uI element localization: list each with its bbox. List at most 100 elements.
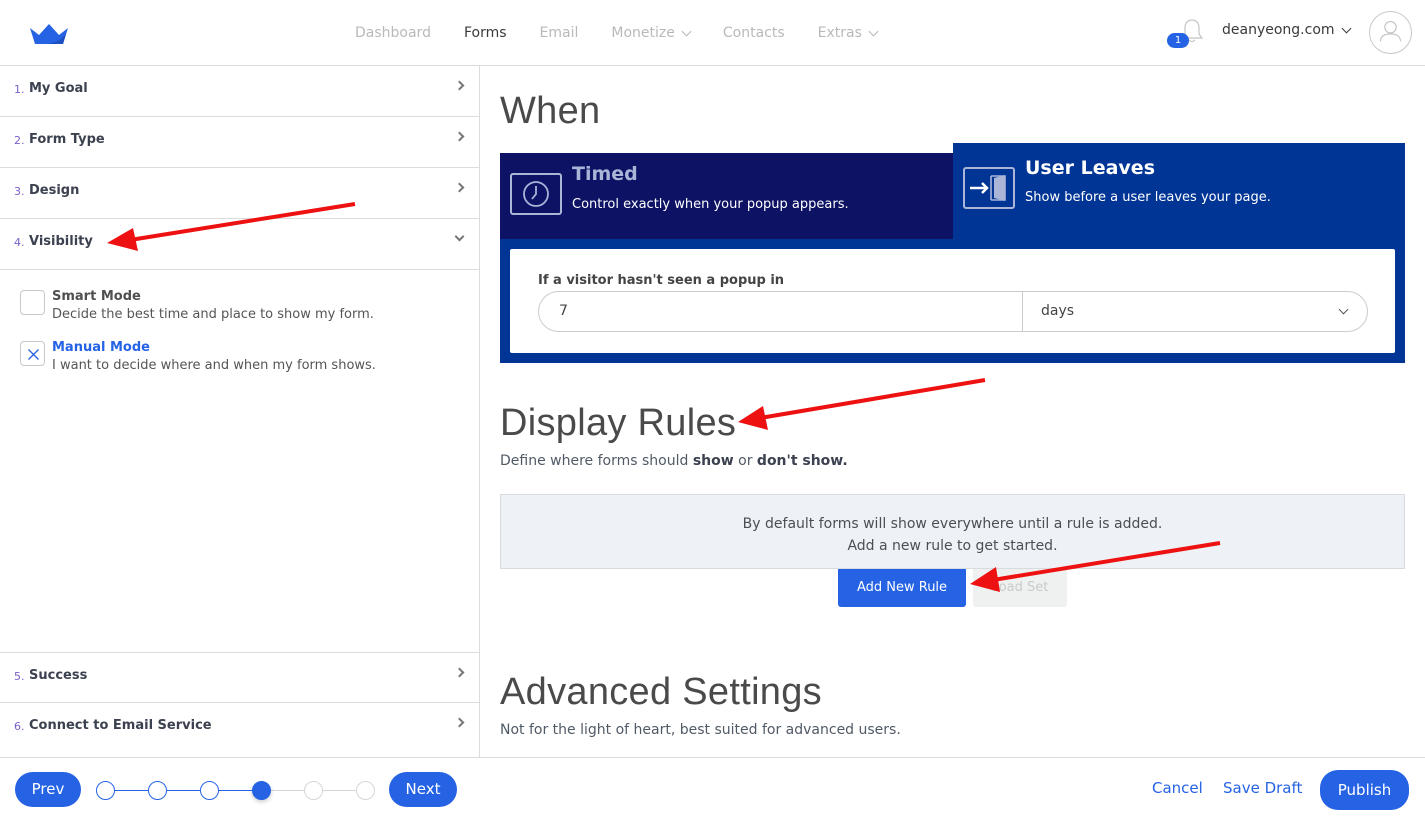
chevron-right-icon <box>454 131 465 142</box>
nav-dashboard[interactable]: Dashboard <box>355 25 431 41</box>
tab-timed[interactable]: Timed Control exactly when your popup ap… <box>500 153 953 239</box>
display-rules-heading: Display Rules <box>500 402 737 444</box>
frequency-input-group: 7 days <box>538 291 1368 332</box>
exit-door-icon <box>963 167 1015 209</box>
nav-label: Dashboard <box>355 25 431 41</box>
subtitle-text: or <box>733 453 757 469</box>
progress-connector <box>270 790 304 791</box>
step-design[interactable]: 3. Design <box>0 168 479 219</box>
nav-monetize[interactable]: Monetize <box>611 25 692 41</box>
when-heading: When <box>500 90 601 132</box>
step-my-goal[interactable]: 1. My Goal <box>0 66 479 117</box>
step-label: My Goal <box>29 81 88 96</box>
wizard-sidebar: 1. My Goal 2. Form Type 3. Design 4. Vis… <box>0 66 480 758</box>
cancel-link[interactable]: Cancel <box>1152 779 1203 797</box>
add-new-rule-button[interactable]: Add New Rule <box>838 569 966 607</box>
progress-connector <box>218 790 252 791</box>
empty-state-line: By default forms will show everywhere un… <box>742 516 1163 532</box>
tab-title: User Leaves <box>1025 157 1156 179</box>
display-rules-subtitle: Define where forms should show or don't … <box>500 453 848 469</box>
step-number: 4. <box>14 236 25 249</box>
frequency-card: If a visitor hasn't seen a popup in 7 da… <box>510 249 1395 353</box>
frequency-value-input[interactable]: 7 <box>539 292 1023 331</box>
mode-title: Manual Mode <box>52 340 150 355</box>
subtitle-show: show <box>692 453 734 469</box>
step-form-type[interactable]: 2. Form Type <box>0 117 479 168</box>
progress-connector <box>166 790 200 791</box>
step-label: Form Type <box>29 132 105 147</box>
unit-value: days <box>1041 303 1075 319</box>
nav-label: Contacts <box>722 25 785 41</box>
step-number: 2. <box>14 134 25 147</box>
nav-label: Monetize <box>611 25 675 41</box>
nav-label: Extras <box>817 25 862 41</box>
step-number: 5. <box>14 670 25 683</box>
step-label: Visibility <box>29 234 93 249</box>
step-label: Success <box>29 668 88 683</box>
top-navigation-bar: Dashboard Forms Email Monetize Contacts … <box>0 0 1425 66</box>
step-label: Design <box>29 183 80 198</box>
progress-step-dot[interactable] <box>252 781 271 800</box>
mode-description: I want to decide where and when my form … <box>52 358 376 373</box>
nav-forms[interactable]: Forms <box>464 25 507 41</box>
clock-icon <box>510 173 562 215</box>
tab-user-leaves[interactable]: User Leaves Show before a user leaves yo… <box>953 143 1405 239</box>
smart-mode-checkbox[interactable] <box>20 290 45 315</box>
advanced-settings-heading: Advanced Settings <box>500 671 822 713</box>
chevron-right-icon <box>454 667 465 678</box>
chevron-down-icon <box>1338 304 1349 315</box>
account-name: deanyeong.com <box>1222 22 1335 38</box>
progress-step-dot[interactable] <box>96 781 115 800</box>
chevron-right-icon <box>454 182 465 193</box>
progress-step-dot[interactable] <box>200 781 219 800</box>
wizard-footer: Prev Next Cancel Save Draft Publish <box>0 757 1425 820</box>
crown-logo-icon[interactable] <box>30 22 68 44</box>
chevron-right-icon <box>454 717 465 728</box>
frequency-unit-select[interactable]: days <box>1023 292 1367 331</box>
load-set-button[interactable]: Load Set <box>973 569 1067 607</box>
chevron-down-icon <box>454 231 465 242</box>
step-connect-email[interactable]: 6. Connect to Email Service <box>0 703 479 754</box>
subtitle-dont-show: don't show. <box>756 453 848 469</box>
account-menu[interactable]: deanyeong.com <box>1222 22 1351 38</box>
progress-step-dot[interactable] <box>356 781 375 800</box>
mode-title: Smart Mode <box>52 289 141 304</box>
mode-description: Decide the best time and place to show m… <box>52 307 374 322</box>
chevron-right-icon <box>454 80 465 91</box>
prev-button[interactable]: Prev <box>15 772 81 807</box>
save-draft-link[interactable]: Save Draft <box>1223 779 1302 797</box>
publish-button[interactable]: Publish <box>1320 770 1409 810</box>
chevron-down-icon <box>1341 23 1351 33</box>
user-avatar-icon[interactable] <box>1369 11 1412 54</box>
advanced-settings-subtitle: Not for the light of heart, best suited … <box>500 722 901 738</box>
step-number: 6. <box>14 720 25 733</box>
next-button[interactable]: Next <box>389 772 457 807</box>
manual-mode-checkbox[interactable] <box>20 341 45 366</box>
chevron-down-icon <box>681 26 692 36</box>
notification-badge[interactable]: 1 <box>1167 33 1189 48</box>
nav-extras[interactable]: Extras <box>817 25 879 41</box>
nav-label: Email <box>539 25 579 41</box>
chevron-down-icon <box>868 26 879 36</box>
subtitle-text: Define where forms should <box>500 453 693 469</box>
step-success[interactable]: 5. Success <box>0 652 479 703</box>
progress-connector <box>322 790 356 791</box>
step-label: Connect to Email Service <box>29 718 212 733</box>
step-number: 1. <box>14 83 25 96</box>
progress-step-dot[interactable] <box>304 781 323 800</box>
tab-title: Timed <box>572 163 638 185</box>
progress-step-dot[interactable] <box>148 781 167 800</box>
step-number: 3. <box>14 185 25 198</box>
progress-connector <box>114 790 148 791</box>
when-trigger-panel: Timed Control exactly when your popup ap… <box>500 143 1405 363</box>
rules-empty-state: By default forms will show everywhere un… <box>500 494 1405 569</box>
x-check-icon <box>28 349 39 360</box>
main-nav: Dashboard Forms Email Monetize Contacts … <box>355 0 910 66</box>
empty-state-line: Add a new rule to get started. <box>847 538 1058 554</box>
annotation-arrow <box>738 378 986 430</box>
tab-description: Show before a user leaves your page. <box>1025 190 1271 205</box>
nav-contacts[interactable]: Contacts <box>723 25 785 41</box>
frequency-label: If a visitor hasn't seen a popup in <box>538 273 785 288</box>
step-visibility[interactable]: 4. Visibility <box>0 219 479 270</box>
nav-email[interactable]: Email <box>540 25 579 41</box>
